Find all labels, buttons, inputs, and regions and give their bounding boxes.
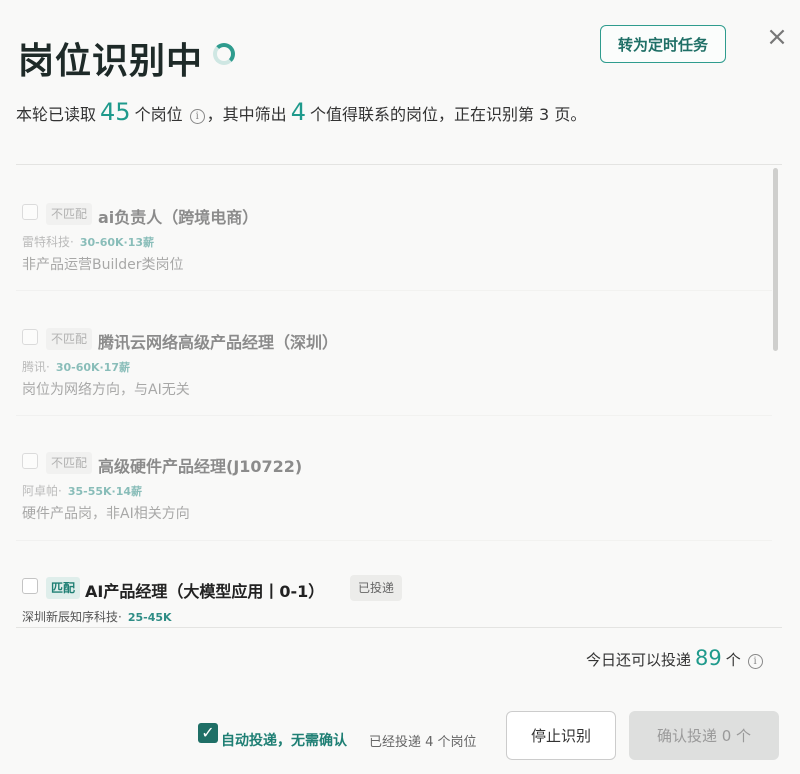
- convert-to-scheduled-task-button[interactable]: 转为定时任务: [600, 25, 726, 63]
- job-title[interactable]: 高级硬件产品经理(J10722): [98, 453, 302, 477]
- stop-recognition-button[interactable]: 停止识别: [506, 711, 616, 760]
- mismatch-tag: 不匹配: [46, 452, 93, 474]
- job-title[interactable]: ai负责人（跨境电商）: [98, 204, 258, 228]
- job-title[interactable]: AI产品经理（大模型应用丨0-1）: [85, 578, 324, 602]
- summary-line: 本轮已读取 45 个岗位 i ，其中筛出 4 个值得联系的岗位，正在识别第 3 页。: [16, 98, 586, 126]
- job-checkbox[interactable]: [22, 204, 38, 220]
- mismatch-tag: 不匹配: [46, 203, 93, 225]
- loading-spinner-icon: [213, 43, 235, 65]
- auto-apply-checkbox[interactable]: ✓: [198, 723, 218, 743]
- job-company: 雷特科技· 30-60K·13薪: [22, 235, 155, 249]
- job-item[interactable]: 不匹配 ai负责人（跨境电商） 雷特科技· 30-60K·13薪 非产品运营Bui…: [16, 165, 772, 291]
- job-reason: 硬件产品岗，非AI相关方向: [22, 506, 190, 522]
- job-salary: 30-60K·17薪: [55, 361, 131, 374]
- list-scrollbar[interactable]: [773, 168, 778, 351]
- filtered-count: 4: [290, 98, 306, 126]
- job-salary: 30-60K·13薪: [79, 236, 155, 249]
- daily-remaining-count: 89: [695, 646, 722, 670]
- job-company: 深圳新辰知序科技· 25-45K: [22, 610, 172, 624]
- close-icon[interactable]: ×: [766, 24, 788, 50]
- daily-remaining: 今日还可以投递 89 个 i: [586, 646, 765, 670]
- summary-text-3: ，其中筛出: [206, 105, 287, 124]
- job-checkbox[interactable]: [22, 453, 38, 469]
- summary-text-2: 个岗位: [134, 105, 183, 124]
- job-reason: 岗位为网络方向，与AI无关: [22, 382, 190, 398]
- job-checkbox[interactable]: [22, 329, 38, 345]
- match-tag: 匹配: [46, 577, 81, 599]
- applied-badge: 已投递: [350, 575, 403, 601]
- job-checkbox[interactable]: [22, 578, 38, 594]
- job-item[interactable]: 不匹配 高级硬件产品经理(J10722) 阿卓帕· 35-55K·14薪 硬件产品…: [16, 416, 772, 541]
- job-salary: 35-55K·14薪: [67, 485, 143, 498]
- job-company: 腾讯· 30-60K·17薪: [22, 360, 131, 374]
- applied-count-note: 已经投递 4 个岗位: [369, 735, 477, 750]
- summary-text-1: 本轮已读取: [16, 105, 97, 124]
- page-title: 岗位识别中: [18, 40, 204, 82]
- info-icon[interactable]: i: [747, 654, 763, 669]
- job-title[interactable]: 腾讯云网络高级产品经理（深圳）: [98, 329, 338, 353]
- info-icon[interactable]: i: [189, 109, 205, 124]
- job-reason: 非产品运营Builder类岗位: [22, 257, 184, 273]
- auto-apply-label[interactable]: 自动投递，无需确认: [221, 730, 347, 750]
- confirm-apply-button[interactable]: 确认投递 0 个: [629, 711, 779, 760]
- job-item[interactable]: 匹配 AI产品经理（大模型应用丨0-1） 已投递 深圳新辰知序科技· 25-45K: [16, 541, 772, 627]
- job-item[interactable]: 不匹配 腾讯云网络高级产品经理（深圳） 腾讯· 30-60K·17薪 岗位为网络方…: [16, 291, 772, 416]
- job-salary: 25-45K: [127, 611, 172, 624]
- job-company: 阿卓帕· 35-55K·14薪: [22, 484, 143, 498]
- read-count: 45: [100, 98, 131, 126]
- summary-text-4: 个值得联系的岗位，正在识别第 3 页。: [309, 105, 587, 124]
- mismatch-tag: 不匹配: [46, 328, 93, 350]
- job-list[interactable]: 不匹配 ai负责人（跨境电商） 雷特科技· 30-60K·13薪 非产品运营Bui…: [16, 164, 782, 628]
